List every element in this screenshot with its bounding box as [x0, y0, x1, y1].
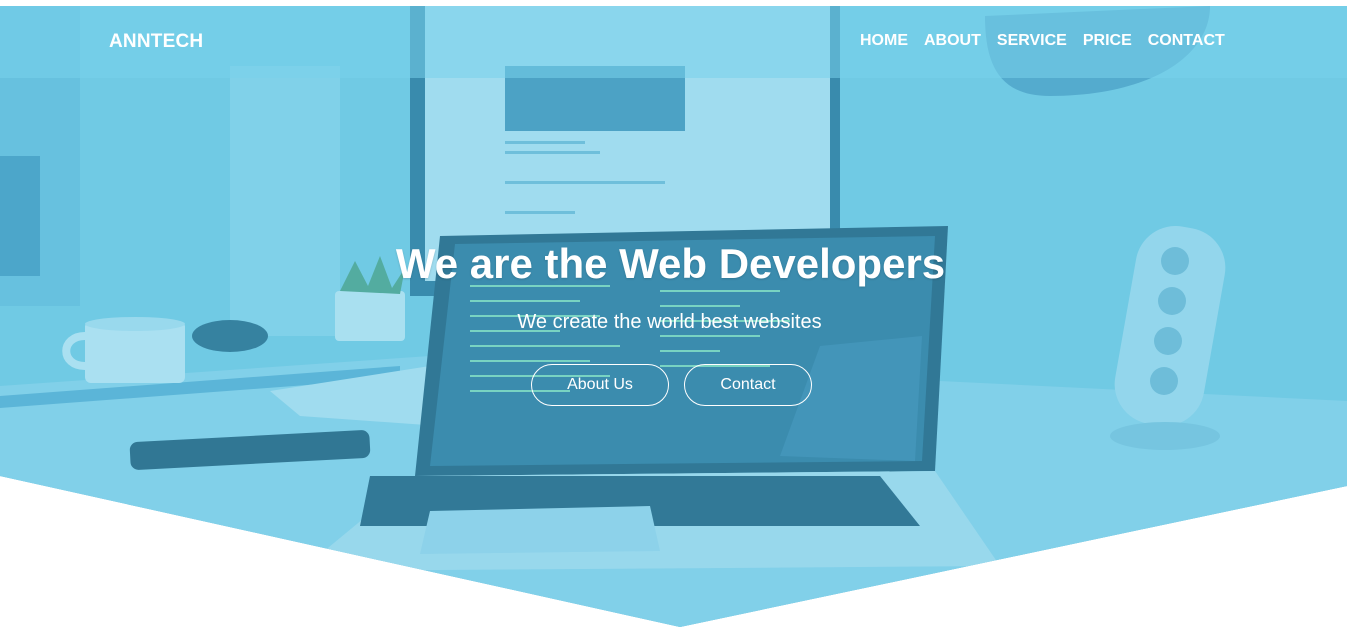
nav-item-about[interactable]: ABOUT — [924, 32, 981, 50]
nav-item-contact[interactable]: CONTACT — [1148, 32, 1225, 50]
nav-item-service[interactable]: SERVICE — [997, 32, 1067, 50]
hero-subtitle: We create the world best websites — [517, 311, 822, 333]
main-nav: HOME ABOUT SERVICE PRICE CONTACT — [860, 32, 1225, 50]
about-us-button[interactable]: About Us — [531, 364, 669, 406]
contact-button[interactable]: Contact — [684, 364, 812, 406]
hero-title: We are the Web Developers — [395, 240, 946, 287]
nav-item-price[interactable]: PRICE — [1083, 32, 1132, 50]
brand-logo[interactable]: ANNTECH — [109, 31, 203, 53]
nav-item-home[interactable]: HOME — [860, 32, 908, 50]
